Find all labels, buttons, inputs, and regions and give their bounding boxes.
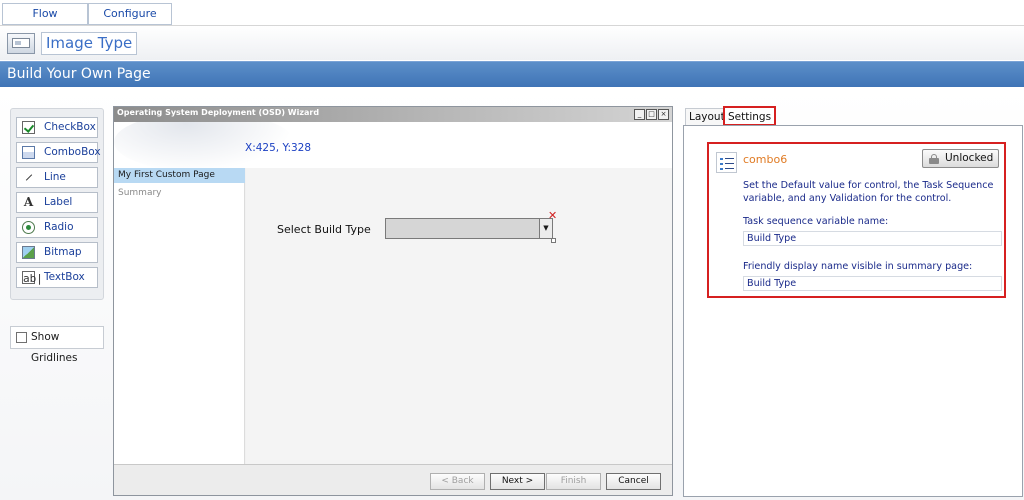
wizard-header: X:425, Y:328 [114, 122, 672, 168]
wizard-title-bar: Operating System Deployment (OSD) Wizard… [114, 107, 672, 122]
toolbox-line-button[interactable]: Line [16, 167, 98, 188]
toolbox-item-label: Label [44, 196, 73, 208]
unlocked-label: Unlocked [945, 152, 994, 164]
wizard-nav-item-summary[interactable]: Summary [114, 186, 245, 200]
next-button[interactable]: Next > [490, 473, 545, 490]
combobox-control-icon [716, 152, 737, 173]
friendly-name-input[interactable]: Build Type [743, 276, 1002, 291]
cancel-button[interactable]: Cancel [606, 473, 661, 490]
toolbox-item-label: TextBox [44, 271, 85, 283]
toolbox-item-label: Line [44, 171, 66, 183]
toolbox-radio-button[interactable]: Radio [16, 217, 98, 238]
bitmap-icon [22, 246, 35, 259]
build-type-combobox[interactable]: ▼ [385, 218, 553, 239]
wizard-footer: < Back Next > Finish Cancel [114, 464, 672, 495]
checkbox-icon [22, 121, 35, 134]
lock-icon [929, 154, 939, 164]
image-type-icon [7, 33, 35, 54]
image-type-header [0, 26, 1024, 60]
unlocked-button[interactable]: Unlocked [922, 149, 999, 168]
wizard-nav-pane: My First Custom Page Summary [114, 168, 245, 464]
combobox-icon [22, 146, 35, 159]
minimize-icon[interactable]: _ [634, 109, 645, 120]
toolbox-item-label: Radio [44, 221, 74, 233]
page-title: Build Your Own Page [7, 66, 151, 82]
image-type-title: Image Type [41, 32, 138, 55]
checkbox-box[interactable] [16, 332, 27, 343]
back-button[interactable]: < Back [430, 473, 485, 490]
page-banner: Build Your Own Page [0, 61, 1024, 87]
control-settings-box: combo6 Unlocked Set the Default value fo… [707, 142, 1006, 298]
line-icon [22, 171, 35, 184]
tab-settings[interactable]: Settings [723, 106, 777, 126]
show-gridlines-label: Show Gridlines [31, 331, 78, 364]
wizard-canvas[interactable]: Select Build Type ▼ ✕ [246, 168, 672, 464]
toolbox-textbox-button[interactable]: ab| TextBox [16, 267, 98, 288]
properties-tabs: Layout Settings [682, 106, 1024, 126]
cursor-coordinates: X:425, Y:328 [245, 142, 312, 154]
resize-handle[interactable] [551, 238, 556, 243]
window-controls: _ □ × [633, 109, 669, 120]
control-toolbox: CheckBox ComboBox Line A Label Radio Bit… [10, 108, 104, 300]
toolbox-item-label: ComboBox [44, 146, 101, 158]
wizard-nav-item-custom-page[interactable]: My First Custom Page [114, 168, 245, 183]
maximize-icon[interactable]: □ [646, 109, 657, 120]
control-name: combo6 [743, 153, 788, 166]
friendly-name-label: Friendly display name visible in summary… [743, 261, 973, 272]
radio-icon [22, 221, 35, 234]
ts-variable-input[interactable]: Build Type [743, 231, 1002, 246]
label-icon: A [23, 195, 34, 209]
textbox-icon: ab| [22, 271, 43, 285]
toolbox-combobox-button[interactable]: ComboBox [16, 142, 101, 163]
wizard-title: Operating System Deployment (OSD) Wizard [117, 108, 320, 117]
top-tab-bar: Flow Configure [0, 0, 1024, 26]
toolbox-item-label: Bitmap [44, 246, 82, 258]
tab-configure[interactable]: Configure [88, 3, 172, 25]
toolbox-checkbox-button[interactable]: CheckBox [16, 117, 98, 138]
ts-variable-label: Task sequence variable name: [743, 216, 889, 227]
toolbox-label-button[interactable]: A Label [16, 192, 98, 213]
select-build-type-label[interactable]: Select Build Type [277, 223, 371, 236]
delete-control-icon[interactable]: ✕ [548, 210, 557, 221]
toolbox-item-label: CheckBox [44, 121, 96, 133]
wizard-preview-window: Operating System Deployment (OSD) Wizard… [113, 106, 673, 496]
toolbox-bitmap-button[interactable]: Bitmap [16, 242, 98, 263]
finish-button[interactable]: Finish [546, 473, 601, 490]
show-gridlines-checkbox[interactable]: Show Gridlines [10, 326, 104, 364]
close-icon[interactable]: × [658, 109, 669, 120]
tab-flow[interactable]: Flow [2, 3, 88, 25]
settings-description: Set the Default value for control, the T… [743, 180, 994, 204]
